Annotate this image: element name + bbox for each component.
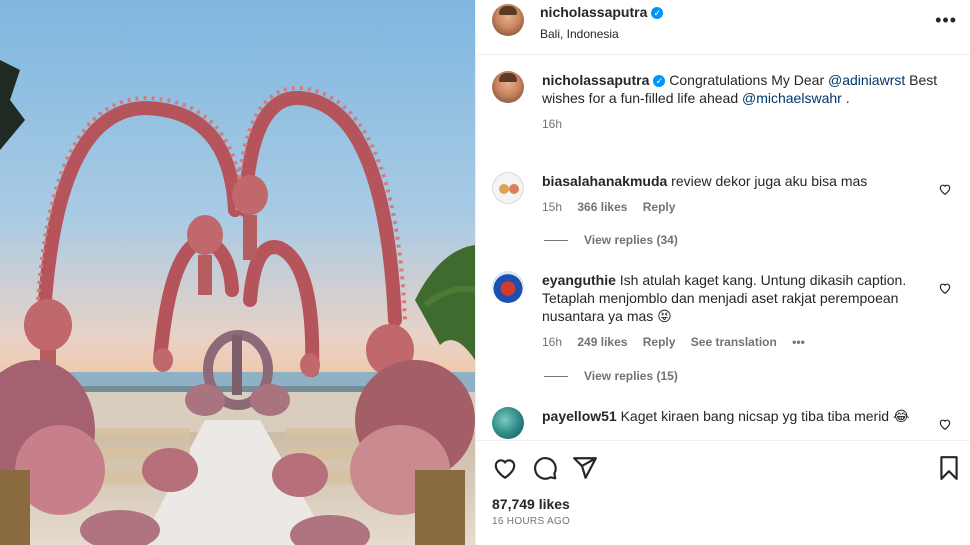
like-comment-heart-icon[interactable] [938,182,952,196]
caption-body: nicholassaputra ✓ Congratulations My Dear… [542,71,942,133]
comment-time[interactable]: 16h [542,335,562,349]
caption-username[interactable]: nicholassaputra [542,72,649,88]
view-replies-button[interactable]: View replies (15) [544,369,678,383]
tree-left [0,60,25,150]
see-translation-button[interactable]: See translation [691,335,777,349]
lanterns [24,175,414,400]
caption-text: . [841,90,850,106]
post-sidebar: nicholassaputra ✓ Bali, Indonesia ••• nic… [475,0,970,545]
comment-likes[interactable]: 249 likes [577,335,627,349]
share-icon[interactable] [572,455,598,481]
comment-text: Kaget kiraen bang nicsap yg tiba tiba me… [620,408,910,424]
comment-body: biasalahanakmuda review dekor juga aku b… [542,172,942,216]
caption-time[interactable]: 16h [542,117,562,131]
comment-icon[interactable] [532,455,558,481]
view-replies-button[interactable]: View replies (34) [544,233,678,247]
like-comment-heart-icon[interactable] [938,281,952,295]
caption-avatar[interactable] [492,71,524,103]
comments-list[interactable]: nicholassaputra ✓ Congratulations My Dear… [476,55,970,440]
owner-avatar[interactable] [492,4,524,36]
reply-button[interactable]: Reply [643,335,676,349]
comment-body: payellow51 Kaget kiraen bang nicsap yg t… [542,407,942,425]
caption-text: Congratulations My Dear [669,72,829,88]
post-actions: 87,749 likes 16 HOURS AGO [476,440,970,545]
commenter-avatar[interactable] [492,271,524,303]
owner-username[interactable]: nicholassaputra [540,4,647,20]
comment-likes[interactable]: 366 likes [577,200,627,214]
comment-meta: 16h 249 likes Reply See translation ••• [542,333,942,351]
post-timestamp[interactable]: 16 HOURS AGO [492,516,570,527]
commenter-avatar[interactable] [492,172,524,204]
mention-link[interactable]: @michaelswahr [742,90,842,106]
post-location[interactable]: Bali, Indonesia [540,27,663,41]
caption-meta: 16h [542,115,942,133]
save-bookmark-icon[interactable] [936,455,962,481]
comment-username[interactable]: biasalahanakmuda [542,173,667,189]
distant-island [80,386,380,392]
avatar-icon [499,184,519,194]
reply-button[interactable]: Reply [643,200,676,214]
comment-meta: 15h 366 likes Reply [542,198,942,216]
verified-badge-icon: ✓ [651,7,664,19]
wedding-arch-illustration [0,60,475,545]
post-photo[interactable] [0,0,475,545]
comment-more-icon[interactable]: ••• [792,335,805,349]
mention-link[interactable]: @adiniawrst [828,72,905,88]
commenter-avatar[interactable] [492,407,524,439]
comment-username[interactable]: payellow51 [542,408,617,424]
comment-time[interactable]: 15h [542,200,562,214]
comment-body: eyanguthie Ish atulah kaget kang. Untung… [542,271,942,351]
post-header: nicholassaputra ✓ Bali, Indonesia ••• [476,0,970,55]
likes-count[interactable]: 87,749 likes [492,496,570,512]
like-comment-heart-icon[interactable] [938,417,952,431]
like-heart-icon[interactable] [492,455,518,481]
comment-username[interactable]: eyanguthie [542,272,616,288]
comment-text: review dekor juga aku bisa mas [671,173,868,189]
owner-info: nicholassaputra ✓ Bali, Indonesia [540,4,664,41]
verified-badge-icon: ✓ [653,75,666,87]
palm-right [415,245,475,360]
more-options-icon[interactable]: ••• [935,10,957,31]
